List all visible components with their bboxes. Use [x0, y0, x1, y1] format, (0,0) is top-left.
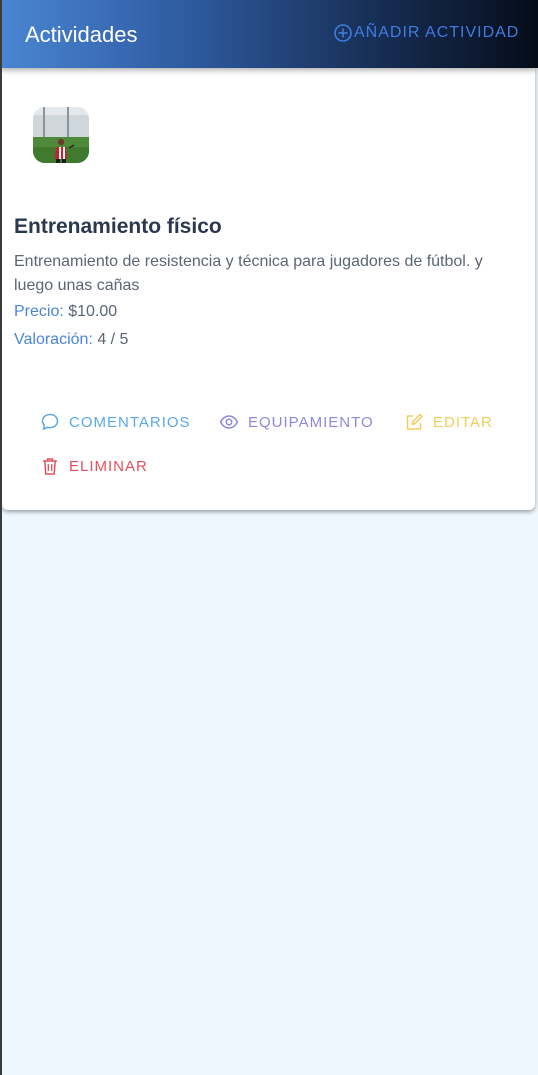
edit-button[interactable]: EDITAR: [404, 412, 493, 432]
add-activity-button[interactable]: AÑADIR ACTIVIDAD: [333, 23, 519, 43]
chat-bubble-icon: [40, 412, 60, 432]
activity-card: Entrenamiento físico Entrenamiento de re…: [2, 68, 535, 510]
plus-circle-icon: [333, 23, 353, 43]
delete-button[interactable]: ELIMINAR: [40, 456, 148, 476]
comments-label: COMENTARIOS: [69, 413, 191, 431]
edit-label: EDITAR: [433, 413, 493, 431]
rating-row: Valoración: 4 / 5: [14, 331, 128, 349]
trash-icon: [40, 456, 60, 476]
add-activity-label: AÑADIR ACTIVIDAD: [354, 24, 520, 41]
comments-button[interactable]: COMENTARIOS: [40, 412, 191, 432]
rating-label: Valoración:: [14, 331, 93, 348]
price-value: $10.00: [68, 303, 118, 320]
equipment-button[interactable]: EQUIPAMIENTO: [219, 412, 374, 432]
delete-label: ELIMINAR: [69, 457, 148, 475]
price-label: Precio:: [14, 303, 64, 320]
activity-image: [33, 107, 89, 163]
rating-value: 4 / 5: [97, 331, 129, 348]
edit-icon: [404, 412, 424, 432]
window-edge: [0, 0, 2, 1075]
activity-title: Entrenamiento físico: [14, 215, 222, 238]
app-header: Actividades AÑADIR ACTIVIDAD: [0, 0, 538, 68]
activity-description: Entrenamiento de resistencia y técnica p…: [14, 253, 483, 294]
page-title: Actividades: [25, 22, 138, 47]
eye-icon: [219, 412, 239, 432]
equipment-label: EQUIPAMIENTO: [248, 413, 374, 431]
price-row: Precio: $10.00: [14, 303, 117, 321]
